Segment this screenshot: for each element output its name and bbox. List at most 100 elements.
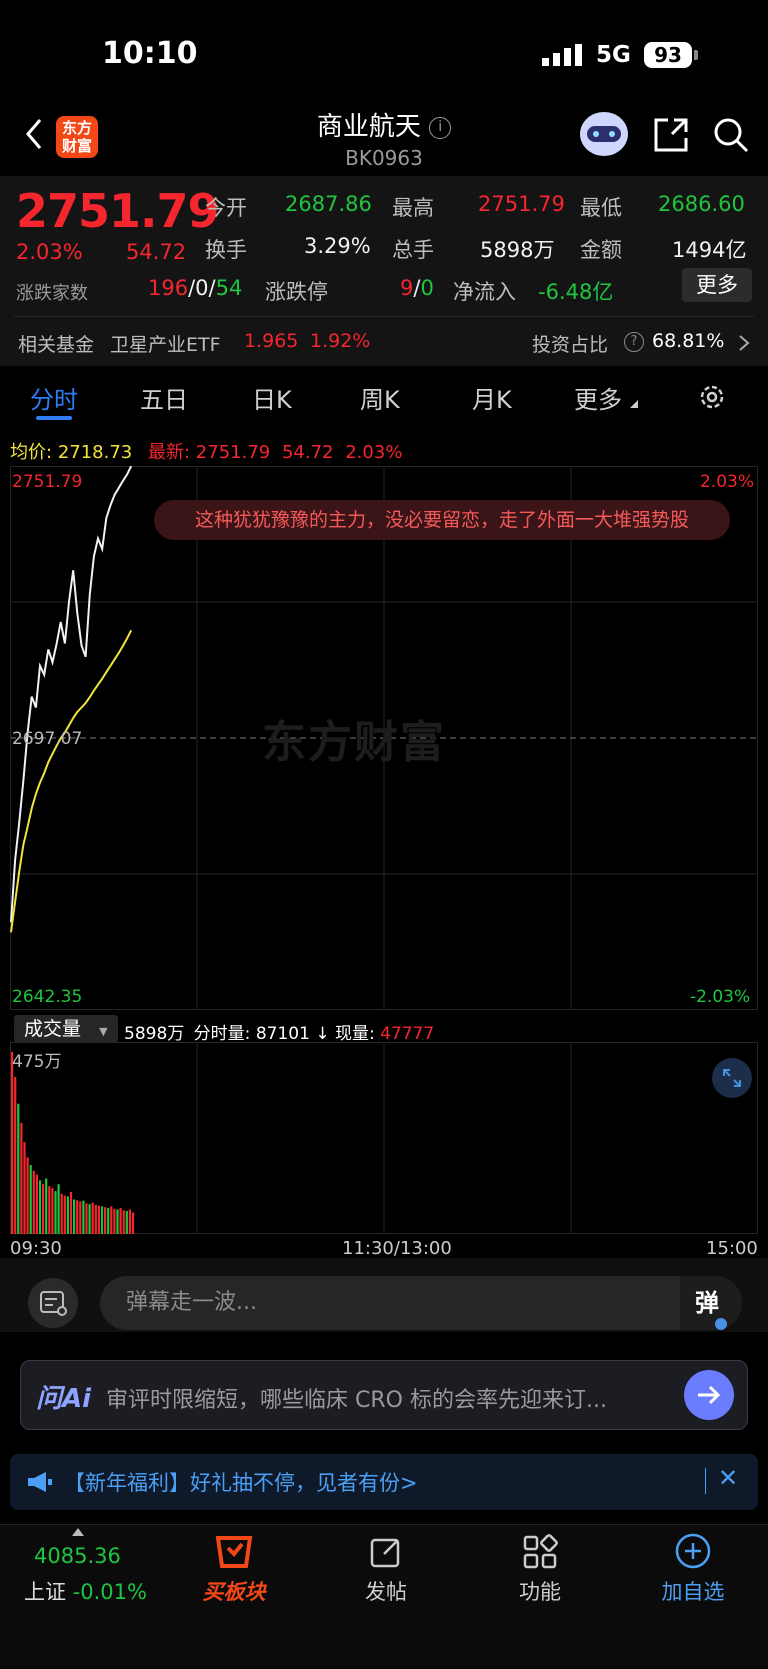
nav-add-watchlist[interactable]: 加自选	[652, 1576, 734, 1606]
volume-bar	[69, 1191, 73, 1234]
add-watchlist-icon[interactable]	[674, 1532, 712, 1570]
volume-bars	[11, 1052, 135, 1234]
search-icon[interactable]	[712, 116, 750, 154]
megaphone-icon	[28, 1472, 52, 1492]
volume-bar	[85, 1203, 88, 1234]
fund-price: 1.965	[244, 330, 299, 352]
danmu-toggle-button[interactable]: 弹	[680, 1276, 742, 1330]
y-top-price: 2751.79	[12, 472, 83, 492]
volume-bar	[20, 1122, 23, 1234]
volume-bar	[45, 1178, 48, 1234]
high-value: 2751.79	[478, 192, 565, 216]
amount-value: 1494亿	[672, 238, 747, 262]
turnover-value: 3.29%	[304, 234, 371, 258]
chevron-up-icon[interactable]	[72, 1528, 84, 1536]
time-mid: 11:30/13:00	[342, 1238, 452, 1259]
index-value[interactable]: 4085.36	[34, 1544, 121, 1568]
tab-monthly-k[interactable]: 月K	[472, 380, 512, 415]
volume-chart[interactable]	[10, 1042, 758, 1234]
nav-post[interactable]: 发帖	[350, 1576, 422, 1606]
functions-grid-icon[interactable]	[522, 1534, 558, 1570]
buy-board-icon[interactable]	[212, 1532, 256, 1572]
volume-bar	[107, 1207, 110, 1234]
robot-assistant-icon[interactable]	[578, 110, 630, 158]
volume-bar	[125, 1211, 128, 1234]
more-button[interactable]: 更多	[682, 268, 752, 302]
volume-bar	[38, 1180, 42, 1234]
volume-bar	[128, 1209, 131, 1234]
promo-text[interactable]: 【新年福利】好礼抽不停，见者有份>	[64, 1467, 418, 1497]
chevron-right-icon[interactable]	[738, 334, 750, 352]
danmu-list-icon[interactable]	[28, 1278, 78, 1328]
tab-five-day[interactable]: 五日	[140, 380, 188, 415]
help-icon[interactable]: ?	[624, 332, 644, 352]
low-value: 2686.60	[658, 192, 745, 216]
expand-icon[interactable]	[712, 1058, 752, 1098]
change-pct: 2.03%	[16, 240, 83, 264]
breadth-label: 涨跌家数	[16, 283, 88, 304]
ratio-label: 投资占比	[532, 334, 609, 356]
chevron-down-icon	[630, 400, 638, 408]
limit-values: 9/0	[400, 276, 434, 300]
tab-intraday[interactable]: 分时	[30, 380, 78, 415]
volume-bar	[17, 1103, 20, 1234]
volume-bar	[66, 1196, 69, 1234]
share-icon[interactable]	[652, 116, 690, 154]
volume-bar	[63, 1195, 66, 1234]
volume-bar	[57, 1184, 60, 1234]
breadth-values: 196/0/54	[148, 276, 243, 300]
volume-bar	[23, 1142, 26, 1234]
volume-bar	[42, 1184, 45, 1234]
volume-bar	[29, 1165, 32, 1234]
arrow-right-icon[interactable]	[684, 1370, 734, 1420]
danmu-input[interactable]: 弹幕走一波...	[100, 1276, 742, 1330]
nav-functions[interactable]: 功能	[504, 1576, 576, 1606]
average-price-line	[10, 629, 133, 933]
time-start: 09:30	[10, 1238, 62, 1259]
battery-tip	[694, 50, 698, 60]
y-top-pct: 2.03%	[700, 472, 755, 492]
close-icon[interactable]: ✕	[718, 1464, 738, 1492]
tab-daily-k[interactable]: 日K	[252, 380, 292, 415]
ratio-value: 68.81%	[652, 330, 725, 352]
danmu-message[interactable]: 这种犹犹豫豫的主力，没必要留恋，走了外面一大堆强势股	[154, 500, 730, 540]
watermark: 东方财富	[262, 717, 446, 768]
y-bottom-pct: -2.03%	[690, 987, 751, 1007]
divider	[14, 316, 754, 317]
fund-name[interactable]: 卫星产业ETF	[110, 330, 221, 357]
volume-bar	[104, 1207, 107, 1234]
tab-weekly-k[interactable]: 周K	[360, 380, 400, 415]
index-summary[interactable]: 上证 -0.01%	[24, 1576, 147, 1606]
current-price: 2751.79	[16, 184, 220, 238]
volume-label: 总手	[392, 238, 434, 262]
amount-label: 金额	[580, 238, 622, 262]
volume-bar	[94, 1204, 97, 1234]
limit-label: 涨跌停	[265, 280, 328, 304]
gear-icon[interactable]	[697, 382, 727, 412]
nav-buy-board[interactable]: 买板块	[196, 1576, 272, 1606]
change-value: 54.72	[126, 240, 187, 264]
volume-bar	[119, 1207, 122, 1234]
low-label: 最低	[580, 196, 622, 220]
volume-bar	[51, 1188, 54, 1234]
volume-bar	[82, 1200, 85, 1234]
tab-more[interactable]: 更多	[574, 380, 622, 415]
ai-question[interactable]: 审评时限缩短，哪些临床 CRO 标的会率先迎来订...	[106, 1382, 607, 1414]
volume-bar	[14, 1076, 17, 1234]
open-label: 今开	[205, 196, 247, 220]
volume-bar	[113, 1208, 116, 1234]
volume-bar	[11, 1052, 14, 1234]
volume-bar	[79, 1201, 82, 1234]
volume-max-label: 475万	[12, 1052, 62, 1072]
edit-post-icon[interactable]	[368, 1534, 404, 1570]
fund-label: 相关基金	[18, 334, 95, 356]
volume-value: 5898万	[480, 238, 555, 262]
volume-bar	[35, 1174, 38, 1234]
indicator-selector[interactable]: 成交量 ▼	[14, 1015, 118, 1043]
volume-bar	[26, 1157, 29, 1234]
info-icon[interactable]: i	[429, 116, 452, 139]
volume-bar	[60, 1193, 63, 1234]
signal-icon	[542, 44, 582, 66]
fund-pct: 1.92%	[310, 330, 371, 352]
chart-info-line: 均价: 2718.73 最新: 2751.79 54.72 2.03%	[10, 442, 403, 463]
